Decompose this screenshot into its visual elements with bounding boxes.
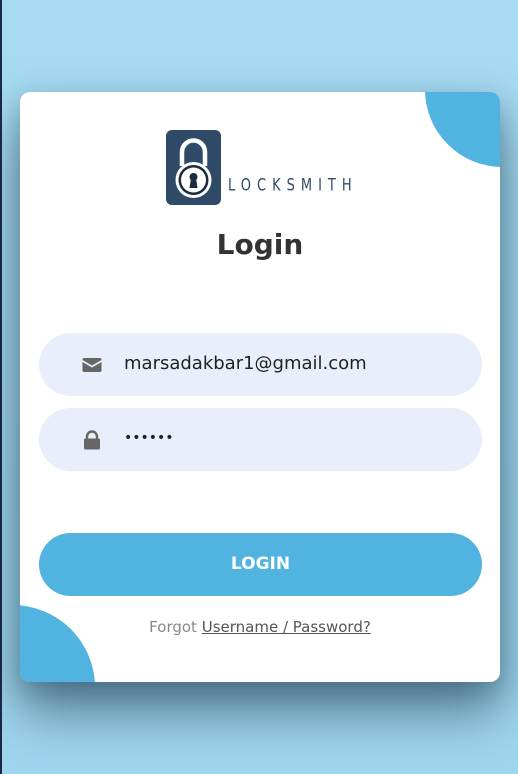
brand-logo: LOCKSMITH [166,130,352,206]
lock-icon [81,430,103,450]
forgot-prefix: Forgot [149,618,197,636]
login-button[interactable]: LOGIN [39,533,482,596]
decorative-circle-top-right [425,92,500,167]
page-title: Login [216,228,304,261]
email-field[interactable]: marsadakbar1@gmail.com [39,333,482,396]
password-value: •••••• [124,430,174,446]
email-value: marsadakbar1@gmail.com [124,353,367,374]
brand-name: LOCKSMITH [228,176,358,196]
window-edge [0,0,2,774]
login-card: LOCKSMITH Login marsadakbar1@gmail.com •… [20,92,500,682]
password-field[interactable]: •••••• [39,408,482,471]
forgot-credentials-link[interactable]: Username / Password? [202,618,371,636]
decorative-circle-bottom-left [20,605,95,682]
forgot-credentials: Forgot Username / Password? [20,618,500,636]
padlock-icon [166,130,221,205]
envelope-icon [81,355,103,375]
